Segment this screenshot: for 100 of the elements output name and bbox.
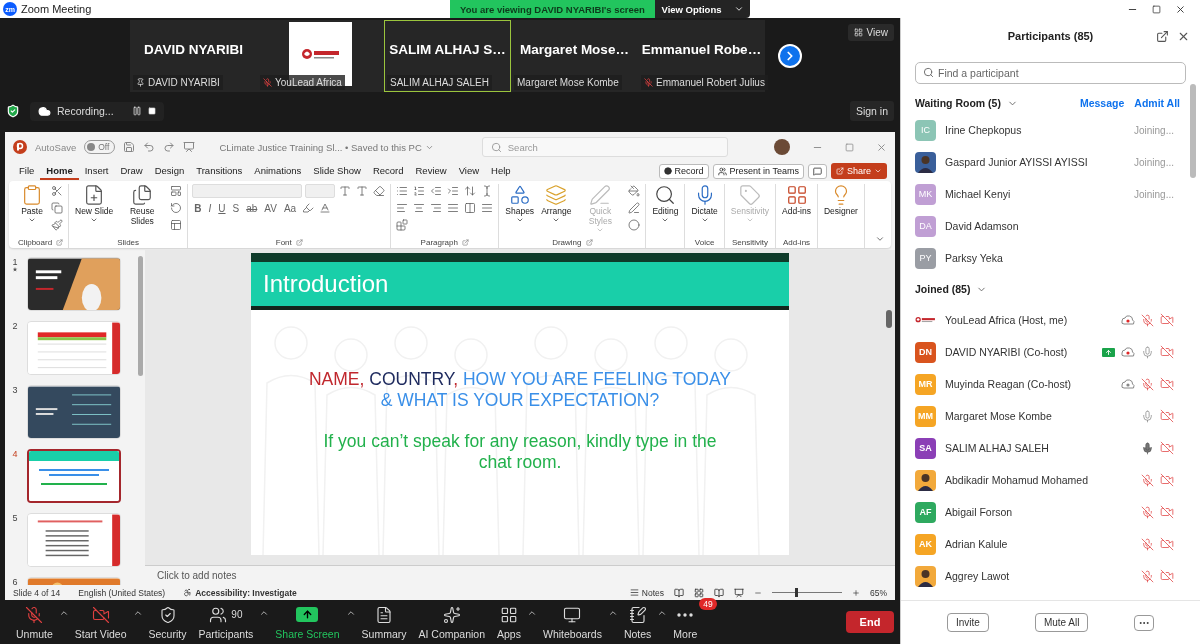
scrollbar[interactable]	[886, 310, 892, 328]
sorter-view-icon[interactable]	[694, 587, 704, 598]
toolbar-button[interactable]: Notes	[617, 604, 658, 640]
font-grow-icon[interactable]	[338, 184, 353, 198]
toolbar-button[interactable]: Share Screen	[269, 604, 346, 640]
toolbar-button[interactable]: Unmute	[10, 604, 59, 640]
ribbon-button[interactable]: Dictate	[689, 184, 720, 237]
align-center-icon[interactable]	[412, 201, 427, 215]
footer-button[interactable]: Mute All	[1034, 613, 1089, 632]
stop-icon[interactable]	[147, 107, 156, 115]
align-right-icon[interactable]	[429, 201, 444, 215]
menu-tab[interactable]: Record	[366, 162, 410, 180]
section-icon[interactable]	[169, 218, 184, 232]
ribbon-button[interactable]: Shapes	[503, 184, 537, 237]
menu-tab[interactable]: View	[452, 162, 486, 180]
present-icon[interactable]	[183, 141, 196, 153]
close-icon[interactable]	[1175, 3, 1186, 15]
font-name-field[interactable]	[192, 184, 303, 198]
italic-button[interactable]: I	[206, 202, 214, 214]
bold-button[interactable]: B	[192, 202, 204, 214]
launcher-icon[interactable]	[56, 239, 64, 246]
collapse-icon[interactable]	[875, 234, 885, 244]
menu-tab[interactable]: File	[13, 162, 41, 180]
numbering-icon[interactable]	[412, 184, 427, 198]
launcher-icon[interactable]	[585, 239, 593, 246]
justify-icon[interactable]	[446, 201, 461, 215]
menu-tab[interactable]: Help	[485, 162, 517, 180]
link-button[interactable]: Admit All	[1124, 97, 1180, 109]
change-case-button[interactable]: Aa	[281, 202, 299, 214]
share-button[interactable]: Share	[830, 163, 887, 179]
menu-tab[interactable]: Transitions	[190, 162, 249, 180]
launcher-icon[interactable]	[295, 239, 303, 246]
line-spacing-icon[interactable]	[463, 184, 478, 198]
ribbon-button[interactable]: New Slide	[73, 184, 116, 237]
ribbon-button[interactable]: Add-ins	[780, 184, 813, 237]
strikethrough-button[interactable]: ab	[244, 202, 260, 214]
layout-icon[interactable]	[169, 184, 184, 198]
search-field[interactable]: Find a participant	[915, 62, 1186, 84]
slide-thumbnail[interactable]	[27, 449, 121, 503]
video-tile[interactable]: YouLead Africa	[257, 20, 384, 92]
end-button[interactable]: End	[846, 611, 894, 633]
sign-in-button[interactable]: Sign in	[849, 101, 894, 121]
slider-thumb[interactable]	[795, 588, 799, 597]
next-button[interactable]	[778, 44, 802, 68]
ribbon-button[interactable]: Editing	[650, 184, 681, 237]
toolbar-button[interactable]: Summary	[355, 604, 413, 640]
zoom-in-icon[interactable]	[852, 588, 860, 597]
toolbar-button[interactable]: 90 Participants	[192, 604, 260, 640]
document-title[interactable]: CLimate Justice Training Sl... • Saved to this PC	[219, 141, 434, 153]
ribbon-button[interactable]: Designer	[821, 184, 860, 237]
menu-tab[interactable]: Animations	[248, 162, 308, 180]
bullets-icon[interactable]	[395, 184, 410, 198]
columns-icon[interactable]	[463, 201, 478, 215]
menu-tab[interactable]: Draw	[114, 162, 149, 180]
launcher-icon[interactable]	[461, 239, 469, 246]
pause-icon[interactable]	[131, 106, 142, 116]
pen-icon[interactable]	[627, 201, 642, 215]
font-shrink-icon[interactable]	[355, 184, 370, 198]
accessibility-button[interactable]: Accessibility: Investigate	[183, 587, 297, 598]
redo-icon[interactable]	[163, 141, 176, 153]
underline-button[interactable]: U	[216, 202, 228, 214]
video-tile[interactable]: Emmanuel Robe… Emmanuel Robert Julius	[638, 20, 765, 92]
undo-icon[interactable]	[143, 141, 156, 153]
scissors-icon[interactable]	[50, 184, 64, 198]
toolbar-button[interactable]: Whiteboards	[536, 604, 608, 640]
video-tile[interactable]: Margaret Mose… Margaret Mose Kombe	[511, 20, 638, 92]
paintbrush-icon[interactable]	[50, 218, 64, 232]
normal-view-icon[interactable]	[674, 587, 684, 598]
paint-bucket-icon[interactable]	[627, 184, 642, 198]
indent-icon[interactable]	[446, 184, 461, 198]
scrollbar[interactable]	[1190, 84, 1196, 178]
notes-pane[interactable]: Click to add notes	[145, 565, 895, 585]
menu-tab[interactable]: Slide Show	[307, 162, 367, 180]
view-button[interactable]: View	[847, 24, 894, 41]
ribbon-button[interactable]: Paste	[17, 184, 47, 237]
zoom-level[interactable]: 65%	[870, 587, 887, 598]
align-left-icon[interactable]	[395, 201, 410, 215]
highlighter-icon[interactable]	[301, 201, 316, 215]
align-text-icon[interactable]	[480, 201, 495, 215]
footer-button[interactable]: Invite	[947, 613, 989, 632]
spacing-button[interactable]: AV	[262, 202, 279, 214]
toolbar-button[interactable]: Security	[142, 604, 193, 640]
pop-out-icon[interactable]	[1156, 29, 1169, 43]
circle-icon[interactable]	[627, 218, 642, 232]
eraser-icon[interactable]	[372, 184, 387, 198]
scrollbar[interactable]	[138, 256, 143, 376]
video-tile[interactable]: SALIM ALHAJ S… SALIM ALHAJ SALEH	[384, 20, 511, 92]
view-options-button[interactable]: View Options	[655, 0, 750, 18]
toolbar-button[interactable]: Start Video	[68, 604, 133, 640]
present-in-teams-button[interactable]: Present in Teams	[712, 163, 804, 179]
comments-button[interactable]	[807, 163, 827, 179]
outdent-icon[interactable]	[429, 184, 444, 198]
menu-tab[interactable]: Design	[148, 162, 191, 180]
toolbar-button[interactable]: Apps	[491, 604, 527, 640]
notes-button[interactable]: Notes	[629, 587, 664, 598]
ribbon-button[interactable]: Arrange	[539, 184, 574, 237]
maximize-icon[interactable]	[1152, 4, 1161, 14]
reset-icon[interactable]	[169, 201, 184, 215]
font-size-field[interactable]	[305, 184, 336, 198]
link-button[interactable]: Message	[1069, 97, 1125, 109]
